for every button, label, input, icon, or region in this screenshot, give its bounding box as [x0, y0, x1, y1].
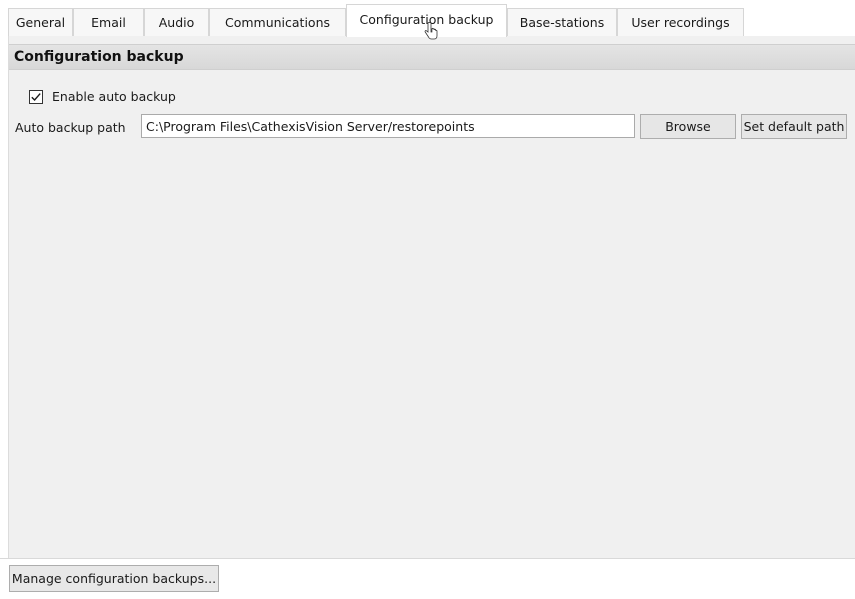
tab-general[interactable]: General [8, 8, 73, 36]
tab-configuration-backup[interactable]: Configuration backup [346, 4, 507, 37]
tab-communications[interactable]: Communications [209, 8, 346, 36]
enable-auto-backup-label: Enable auto backup [52, 89, 176, 104]
footer-bar: Manage configuration backups... [0, 558, 855, 599]
check-icon [31, 92, 41, 101]
configuration-backup-panel: Configuration backup Enable auto backup … [8, 36, 855, 562]
auto-backup-path-input[interactable] [141, 114, 635, 138]
enable-auto-backup-row[interactable]: Enable auto backup [29, 89, 176, 104]
tab-base-stations[interactable]: Base-stations [507, 8, 617, 36]
enable-auto-backup-checkbox[interactable] [29, 89, 43, 104]
set-default-path-button[interactable]: Set default path [741, 114, 847, 139]
manage-configuration-backups-button[interactable]: Manage configuration backups... [9, 565, 219, 592]
tab-user-recordings[interactable]: User recordings [617, 8, 744, 36]
section-title: Configuration backup [9, 44, 855, 70]
auto-backup-path-label: Auto backup path [15, 120, 126, 135]
tab-audio[interactable]: Audio [144, 8, 209, 36]
tab-bar: General Email Audio Communications Confi… [0, 0, 855, 37]
tab-email[interactable]: Email [73, 8, 144, 36]
browse-button[interactable]: Browse [640, 114, 736, 139]
